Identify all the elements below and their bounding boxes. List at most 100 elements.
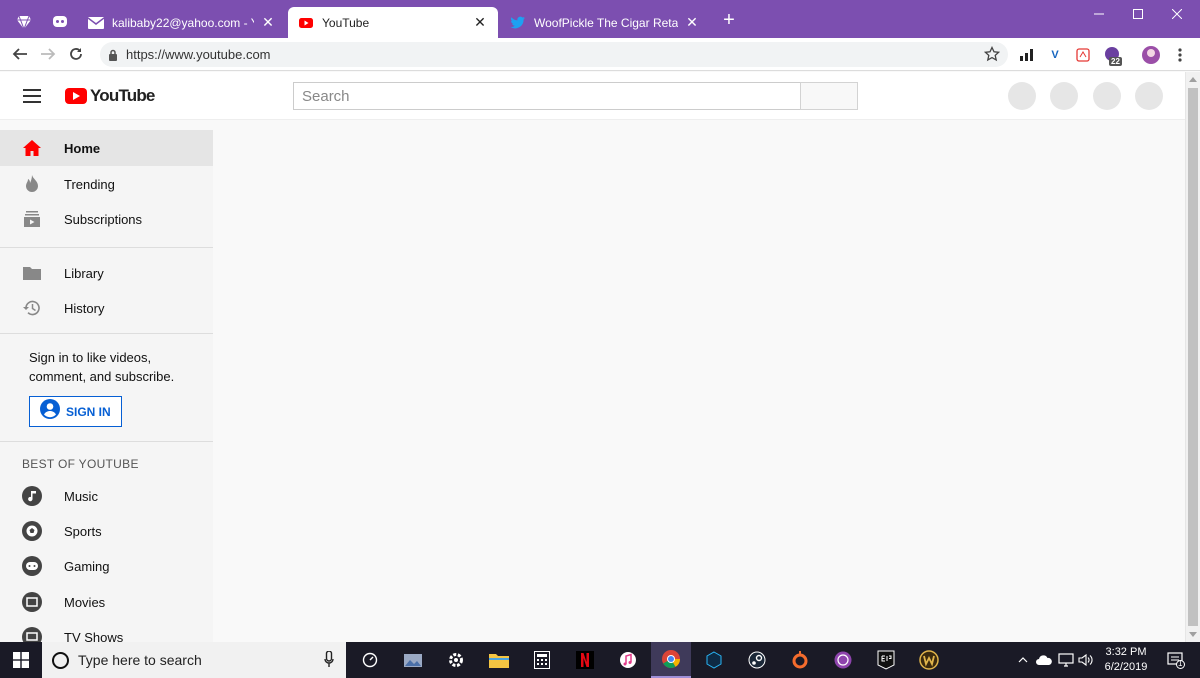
app-shield-icon[interactable]	[694, 642, 734, 678]
page-scrollbar[interactable]	[1185, 72, 1200, 642]
steam-icon[interactable]	[737, 642, 777, 678]
sidebar-item-label: Sports	[64, 523, 102, 539]
header-placeholder-button[interactable]	[1093, 82, 1121, 110]
sign-in-button[interactable]: SIGN IN	[29, 396, 122, 427]
tab-youtube[interactable]: YouTube ✕	[288, 7, 498, 38]
reload-icon[interactable]	[64, 42, 88, 66]
subscriptions-icon	[22, 209, 42, 229]
close-tab-icon[interactable]: ✕	[684, 14, 700, 31]
youtube-header: YouTube	[0, 72, 1185, 120]
microphone-icon[interactable]	[324, 650, 334, 672]
notification-count-badge: 1	[1178, 659, 1183, 668]
volume-speaker-icon[interactable]	[1076, 642, 1096, 678]
back-arrow-icon[interactable]	[8, 42, 32, 66]
youtube-play-icon	[65, 88, 87, 104]
clock-time: 3:32 PM	[1105, 646, 1147, 658]
new-tab-button[interactable]: +	[718, 9, 740, 31]
pinned-tab-diamond-icon[interactable]	[8, 6, 40, 38]
windows-taskbar: Type here to search 3:32 PM 6/2/2019 1	[0, 642, 1200, 678]
epic-games-icon[interactable]	[866, 642, 906, 678]
tab-yahoo-mail[interactable]: kalibaby22@yahoo.com - Yahoo ✕	[78, 7, 286, 38]
sidebar-item-label: History	[64, 300, 105, 316]
browser-toolbar: https://www.youtube.com V 22	[0, 38, 1200, 71]
sidebar-item-label: Home	[64, 140, 101, 156]
onedrive-cloud-icon[interactable]	[1034, 642, 1054, 678]
tab-twitter[interactable]: WoofPickle The Cigar Retailer on ✕	[500, 7, 710, 38]
sidebar-divider	[0, 247, 213, 248]
search-button[interactable]	[800, 82, 858, 110]
photos-app-icon[interactable]	[393, 642, 433, 678]
address-bar[interactable]: https://www.youtube.com	[100, 42, 1008, 67]
close-tab-icon[interactable]: ✕	[472, 14, 488, 31]
sidebar-item-movies[interactable]: Movies	[0, 584, 213, 620]
logo-text: YouTube	[90, 86, 155, 105]
menu-hamburger-icon[interactable]	[20, 86, 44, 106]
sidebar-item-home[interactable]: Home	[0, 130, 213, 166]
browser-menu-icon[interactable]	[1170, 45, 1190, 65]
sidebar-item-trending[interactable]: Trending	[0, 166, 213, 202]
lock-icon[interactable]	[108, 48, 118, 66]
extension-badge-count: 22	[1109, 57, 1122, 66]
show-hidden-icons-chevron-icon[interactable]	[1014, 642, 1032, 678]
url-text: https://www.youtube.com	[126, 47, 271, 62]
origin-icon[interactable]	[780, 642, 820, 678]
search-input[interactable]	[293, 82, 801, 110]
main-content-area	[213, 121, 1185, 642]
action-center-icon[interactable]: 1	[1160, 642, 1192, 678]
profile-avatar-icon[interactable]	[1141, 45, 1161, 65]
account-circle-icon	[40, 399, 60, 424]
sidebar-divider	[0, 441, 213, 442]
youtube-logo[interactable]: YouTube	[65, 86, 155, 106]
file-explorer-icon[interactable]	[479, 642, 519, 678]
sidebar-item-subscriptions[interactable]: Subscriptions	[0, 201, 213, 237]
extension-signal-icon[interactable]	[1017, 45, 1037, 65]
itunes-icon[interactable]	[608, 642, 648, 678]
taskbar-search-box[interactable]: Type here to search	[42, 642, 346, 678]
bookmark-star-icon[interactable]	[983, 45, 1001, 67]
music-icon	[22, 486, 42, 506]
tab-title: WoofPickle The Cigar Retailer on	[534, 15, 678, 30]
history-icon	[22, 298, 42, 318]
header-placeholder-button[interactable]	[1050, 82, 1078, 110]
yahoo-mail-icon	[88, 15, 104, 31]
task-view-icon[interactable]	[350, 642, 390, 678]
extension-pdf-icon[interactable]	[1073, 45, 1093, 65]
sidebar-divider	[0, 333, 213, 334]
gog-galaxy-icon[interactable]	[823, 642, 863, 678]
movies-icon	[22, 592, 42, 612]
sidebar-item-music[interactable]: Music	[0, 478, 213, 514]
scrollbar-thumb[interactable]	[1188, 88, 1198, 626]
tab-title: YouTube	[322, 15, 370, 30]
chrome-icon[interactable]	[651, 642, 691, 678]
scroll-up-arrow-icon[interactable]	[1189, 77, 1197, 82]
world-of-warcraft-icon[interactable]	[909, 642, 949, 678]
sidebar-item-sports[interactable]: Sports	[0, 513, 213, 549]
sign-in-label: SIGN IN	[66, 404, 111, 419]
sidebar-item-label: Subscriptions	[64, 211, 143, 227]
close-tab-icon[interactable]: ✕	[260, 14, 276, 31]
sidebar-item-label: Trending	[64, 176, 115, 192]
settings-gear-icon[interactable]	[436, 642, 476, 678]
flame-icon	[22, 174, 42, 194]
sidebar-item-library[interactable]: Library	[0, 255, 213, 291]
cortana-circle-icon	[52, 651, 69, 669]
youtube-icon	[298, 15, 314, 31]
calculator-icon[interactable]	[522, 642, 562, 678]
header-placeholder-button[interactable]	[1008, 82, 1036, 110]
forward-arrow-icon[interactable]	[36, 42, 60, 66]
scroll-down-arrow-icon[interactable]	[1189, 632, 1197, 637]
pinned-tab-discord-icon[interactable]	[44, 6, 76, 38]
sidebar-item-history[interactable]: History	[0, 290, 213, 326]
windows-start-icon[interactable]	[0, 642, 42, 678]
netflix-icon[interactable]	[565, 642, 605, 678]
browser-tab-strip: kalibaby22@yahoo.com - Yahoo ✕ YouTube ✕…	[0, 0, 1200, 38]
home-icon	[22, 138, 42, 158]
header-placeholder-button[interactable]	[1135, 82, 1163, 110]
extension-badge-icon[interactable]: 22	[1103, 45, 1123, 66]
extension-v-icon[interactable]: V	[1045, 45, 1065, 65]
network-icon[interactable]	[1056, 642, 1076, 678]
taskbar-clock[interactable]: 3:32 PM 6/2/2019	[1096, 645, 1156, 675]
sidebar-item-tv-shows[interactable]: TV Shows	[0, 619, 213, 642]
close-window-icon[interactable]	[1154, 0, 1200, 28]
sidebar-item-gaming[interactable]: Gaming	[0, 548, 213, 584]
